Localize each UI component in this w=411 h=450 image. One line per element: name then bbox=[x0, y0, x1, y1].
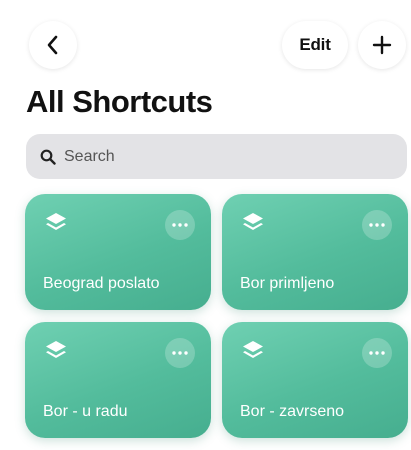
shortcut-tile[interactable]: Bor - u radu bbox=[25, 322, 211, 438]
shortcut-label: Bor primljeno bbox=[240, 275, 335, 292]
plus-icon bbox=[372, 35, 392, 55]
shortcut-tile[interactable]: Bor - zavrseno bbox=[222, 322, 408, 438]
shortcut-tile[interactable]: Beograd poslato bbox=[25, 194, 211, 310]
search-icon bbox=[40, 149, 56, 165]
layers-icon bbox=[243, 213, 263, 230]
chevron-left-icon bbox=[47, 35, 58, 55]
add-shortcut-button[interactable] bbox=[358, 21, 406, 69]
shortcut-tile[interactable]: Bor primljeno bbox=[222, 194, 408, 310]
shortcuts-screen: Edit All Shortcuts Beograd poslato bbox=[0, 0, 411, 450]
layers-icon bbox=[46, 213, 66, 230]
shortcut-label: Bor - u radu bbox=[43, 403, 128, 420]
layers-icon bbox=[243, 341, 263, 358]
ellipsis-icon bbox=[172, 223, 188, 227]
ellipsis-icon bbox=[369, 223, 385, 227]
ellipsis-icon bbox=[369, 351, 385, 355]
ellipsis-icon bbox=[172, 351, 188, 355]
back-button[interactable] bbox=[29, 21, 77, 69]
search-bar[interactable] bbox=[26, 134, 407, 179]
layers-icon bbox=[46, 341, 66, 358]
edit-button[interactable]: Edit bbox=[282, 21, 348, 69]
shortcut-label: Bor - zavrseno bbox=[240, 403, 345, 420]
page-title: All Shortcuts bbox=[26, 84, 213, 119]
more-options-button[interactable] bbox=[165, 338, 195, 368]
more-options-button[interactable] bbox=[165, 210, 195, 240]
search-input[interactable] bbox=[64, 147, 384, 166]
more-options-button[interactable] bbox=[362, 338, 392, 368]
more-options-button[interactable] bbox=[362, 210, 392, 240]
shortcut-label: Beograd poslato bbox=[43, 275, 160, 292]
